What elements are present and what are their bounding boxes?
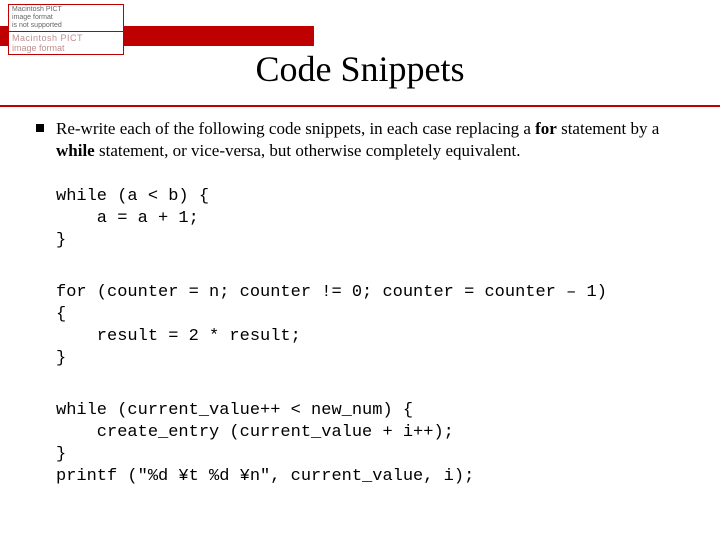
slide-body: Re-write each of the following code snip… xyxy=(36,118,690,488)
instr-while: while xyxy=(56,141,95,160)
slide-title: Code Snippets xyxy=(0,48,720,90)
bullet-row: Re-write each of the following code snip… xyxy=(36,118,690,162)
instr-for: for xyxy=(535,119,557,138)
spacer xyxy=(36,370,690,400)
pict-badge-row1: Macintosh PICT xyxy=(12,33,120,43)
title-underline xyxy=(0,105,720,107)
instruction-text: Re-write each of the following code snip… xyxy=(56,118,690,162)
instr-seg-1: Re-write each of the following code snip… xyxy=(56,119,535,138)
pict-badge-top: Macintosh PICT image format is not suppo… xyxy=(9,5,123,32)
code-snippet-2: for (counter = n; counter != 0; counter … xyxy=(56,282,690,370)
instr-seg-3: statement, or vice-versa, but otherwise … xyxy=(95,141,521,160)
instr-seg-2: statement by a xyxy=(557,119,659,138)
code-snippet-1: while (a < b) { a = a + 1; } xyxy=(56,186,690,252)
spacer xyxy=(36,252,690,282)
code-snippet-3: while (current_value++ < new_num) { crea… xyxy=(56,400,690,488)
spacer xyxy=(36,162,690,186)
bullet-icon xyxy=(36,124,44,132)
slide: Macintosh PICT image format is not suppo… xyxy=(0,0,720,540)
